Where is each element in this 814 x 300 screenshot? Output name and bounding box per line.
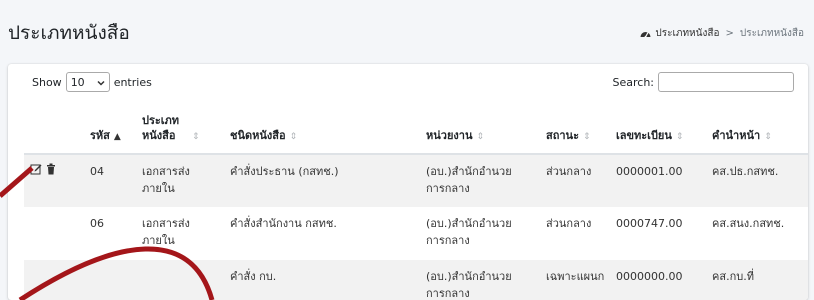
page-title: ประเภทหนังสือ [8, 22, 130, 44]
cell-reg-no: 0000747.00 [616, 217, 683, 230]
cell-doc-kind: คำสั่งประธาน (กสทช.) [224, 154, 420, 207]
breadcrumb-current: ประเภทหนังสือ [739, 28, 804, 39]
column-header-label: คำนำหน้า [712, 129, 761, 142]
cell-agency: (อบ.)สำนักอำนวยการกลาง [420, 260, 540, 300]
edit-icon[interactable] [30, 163, 42, 180]
cell-book-type: เอกสารส่งภายใน [142, 217, 190, 247]
cell-status: ส่วนกลาง [546, 217, 592, 230]
trash-icon[interactable] [46, 163, 56, 180]
column-header-label: หน่วยงาน [426, 129, 473, 142]
sort-icon: ⇕ [476, 132, 485, 142]
breadcrumb-home-link[interactable]: ประเภทหนังสือ [655, 26, 719, 41]
table-row: 04 เอกสารส่งภายใน คำสั่งประธาน (กสทช.) (… [24, 154, 808, 207]
chevron-down-icon [97, 76, 105, 89]
cell-prefix: คส.กบ.ที่ [706, 260, 808, 300]
sort-icon: ⇕ [764, 132, 772, 142]
column-header-label: เลขทะเบียน [616, 129, 672, 142]
cell-agency: (อบ.)สำนักอำนวยการกลาง [420, 154, 540, 207]
search-input[interactable] [658, 72, 794, 92]
column-header-prefix[interactable]: คำนำหน้า ⇕ [706, 100, 808, 155]
cell-book-type: เอกสารส่งภายใน [136, 154, 224, 207]
page-length-value: 10 [70, 75, 85, 89]
cell-status: ส่วนกลาง [540, 154, 610, 207]
column-header-label: รหัส [90, 129, 110, 142]
column-header-label: ชนิดหนังสือ [230, 129, 286, 142]
column-header-label: ประเภทหนังสือ [142, 114, 180, 142]
data-card: Show 10 entries Search: รหัส ▲ ประเภทหนัง… [8, 64, 808, 300]
cell-book-type [136, 260, 224, 300]
table-header-row: รหัส ▲ ประเภทหนังสือ ⇕ ชนิดหนังสือ ⇕ หน่วยง… [24, 100, 808, 155]
book-type-table: รหัส ▲ ประเภทหนังสือ ⇕ ชนิดหนังสือ ⇕ หน่วยง… [24, 100, 808, 300]
content-header: ประเภทหนังสือ ประเภทหนังสือ > ประเภทหนัง… [0, 0, 814, 64]
sort-icon: ⇕ [289, 132, 298, 142]
row-actions [24, 154, 84, 207]
table-search: Search: [612, 72, 794, 92]
cell-status: เฉพาะแผนก [540, 260, 610, 300]
show-label: Show [32, 75, 62, 89]
column-header-agency[interactable]: หน่วยงาน ⇕ [420, 100, 540, 155]
sort-icon: ⇕ [675, 132, 684, 142]
cell-doc-kind: คำสั่งสำนักงาน กสทช. [230, 217, 337, 230]
cell-code: 04 [84, 154, 136, 207]
column-header-book-type[interactable]: ประเภทหนังสือ ⇕ [136, 100, 224, 155]
column-header-code[interactable]: รหัส ▲ [84, 100, 136, 155]
sort-icon: ⇕ [582, 132, 591, 142]
column-header-actions [24, 100, 84, 155]
row-actions [24, 260, 84, 300]
cell-prefix: คส.ปธ.กสทช. [706, 154, 808, 207]
cell-doc-kind: คำสั่ง กบ. [224, 260, 420, 300]
sort-asc-icon: ▲ [113, 132, 121, 142]
cell-code: 06 [90, 217, 104, 230]
table-row: 06 เอกสารส่งภายใน คำสั่งสำนักงาน กสทช. (… [24, 207, 808, 260]
cell-agency: (อบ.)สำนักอำนวยการกลาง [426, 217, 512, 247]
cell-code [84, 260, 136, 300]
row-actions [24, 207, 84, 260]
table-row: คำสั่ง กบ. (อบ.)สำนักอำนวยการกลาง เฉพาะแ… [24, 260, 808, 300]
column-header-label: สถานะ [546, 129, 579, 142]
cell-reg-no: 0000000.00 [610, 260, 706, 300]
cell-reg-no: 0000001.00 [610, 154, 706, 207]
breadcrumb: ประเภทหนังสือ > ประเภทหนังสือ [640, 26, 804, 41]
cell-prefix: คส.สนง.กสทช. [712, 217, 785, 230]
search-label: Search: [612, 75, 655, 89]
breadcrumb-separator: > [725, 28, 734, 39]
column-header-status[interactable]: สถานะ ⇕ [540, 100, 610, 155]
column-header-doc-kind[interactable]: ชนิดหนังสือ ⇕ [224, 100, 420, 155]
column-header-reg-no[interactable]: เลขทะเบียน ⇕ [610, 100, 706, 155]
sort-icon: ⇕ [192, 132, 200, 142]
page-length-control: Show 10 entries [32, 72, 152, 92]
entries-label: entries [113, 75, 152, 89]
page-length-select[interactable]: 10 [65, 72, 110, 92]
tachometer-icon [640, 29, 651, 38]
